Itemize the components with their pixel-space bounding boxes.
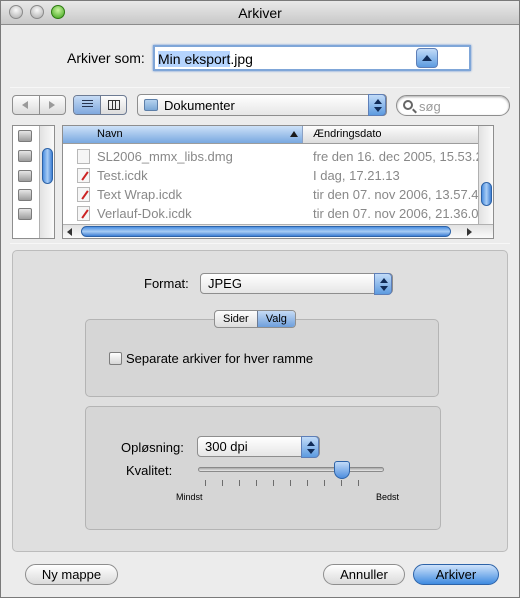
folder-icon [144,99,158,111]
file-name: Test.icdk [97,168,148,183]
file-name: Text Wrap.icdk [97,187,183,202]
column-view-icon[interactable] [108,100,120,110]
network-disk-icon[interactable] [18,208,32,220]
popup-arrows-icon [368,94,386,116]
back-arrow-icon[interactable] [22,101,28,109]
segment-divider [39,96,40,114]
file-list-header: Navn Ændringsdato [63,126,493,144]
vertical-scroll-thumb[interactable] [481,182,492,206]
file-row[interactable]: Test.icdk I dag, 17.21.13 [63,166,493,185]
file-date: tir den 07. nov 2006, 13.57.46 [313,187,486,202]
options-tabs: Sider Valg [214,310,296,328]
column-header-date[interactable]: Ændringsdato [313,128,382,140]
sidebar-scrollbar[interactable] [39,126,54,238]
resolution-popup[interactable]: 300 dpi [197,436,320,458]
back-forward-control [12,95,66,115]
file-name: SL2006_mmx_libs.dmg [97,149,233,164]
column-header-name[interactable]: Navn [63,126,303,143]
tab-sider[interactable]: Sider [215,311,257,327]
quality-slider-thumb[interactable] [334,461,350,479]
format-value: JPEG [208,276,242,291]
location-popup[interactable]: Dokumenter [137,94,387,116]
file-date: tir den 07. nov 2006, 21.36.01 [313,206,486,221]
list-view-button[interactable] [74,96,101,114]
file-row[interactable]: Verlauf-Dok.icdk tir den 07. nov 2006, 2… [63,204,493,223]
list-view-icon [82,100,93,109]
scroll-left-arrow-icon[interactable] [67,228,72,236]
window-title: Arkiver [238,5,282,21]
quality-min-label: Mindst [176,492,203,502]
scroll-right-arrow-icon[interactable] [467,228,472,236]
sidebar-scroll-thumb[interactable] [42,148,53,184]
save-dialog: Arkiver Arkiver som: Min eksport.jpg Dok… [0,0,520,598]
resolution-label: Opløsning: [121,440,184,455]
separator [10,243,510,244]
document-pen-icon [77,206,90,221]
disk-image-icon [77,149,90,164]
search-icon [403,100,413,110]
file-row[interactable]: SL2006_mmx_libs.dmg fre den 16. dec 2005… [63,147,493,166]
disk-icon[interactable] [18,150,32,162]
expand-dialog-button[interactable] [416,48,438,68]
format-popup[interactable]: JPEG [200,273,393,295]
filename-selected-text: Min eksport [158,51,231,67]
filename-extension: .jpg [230,51,253,67]
cancel-button[interactable]: Annuller [323,564,405,585]
popup-arrows-icon [301,436,319,458]
sort-ascending-icon [290,131,298,137]
tab-valg[interactable]: Valg [256,311,295,327]
separator [10,87,510,88]
document-pen-icon [77,168,90,183]
file-list: Navn Ændringsdato SL2006_mmx_libs.dmg fr… [62,125,494,239]
quality-max-label: Bedst [376,492,400,502]
horizontal-scroll-thumb[interactable] [81,226,451,237]
quality-slider-track[interactable] [198,467,384,472]
separate-files-checkbox[interactable] [109,352,122,365]
separate-files-label[interactable]: Separate arkiver for hver ramme [126,351,313,366]
view-mode-control [73,95,127,115]
title-bar: Arkiver [1,1,519,25]
column-name-label: Navn [97,128,123,140]
file-row[interactable]: Text Wrap.icdk tir den 07. nov 2006, 13.… [63,185,493,204]
file-name: Verlauf-Dok.icdk [97,206,192,221]
quality-label: Kvalitet: [126,463,173,478]
save-button[interactable]: Arkiver [413,564,499,585]
disk-icon[interactable] [18,170,32,182]
location-label: Dokumenter [164,98,235,113]
file-list-horizontal-scrollbar[interactable] [63,224,493,238]
search-input[interactable]: søg [396,95,510,116]
resolution-value: 300 dpi [205,439,248,454]
computer-icon[interactable] [18,130,32,142]
document-pen-icon [77,187,90,202]
format-label: Format: [144,276,189,291]
save-as-label: Arkiver som: [67,50,145,66]
network-disk-icon[interactable] [18,189,32,201]
quality-slider-ticks [205,480,375,486]
search-placeholder: søg [419,99,441,114]
popup-arrows-icon [374,273,392,295]
new-folder-button[interactable]: Ny mappe [25,564,118,585]
file-date: fre den 16. dec 2005, 15.53.25 [313,149,491,164]
forward-arrow-icon[interactable] [49,101,55,109]
file-list-vertical-scrollbar[interactable] [478,126,493,238]
file-date: I dag, 17.21.13 [313,168,400,183]
sidebar [12,125,55,239]
